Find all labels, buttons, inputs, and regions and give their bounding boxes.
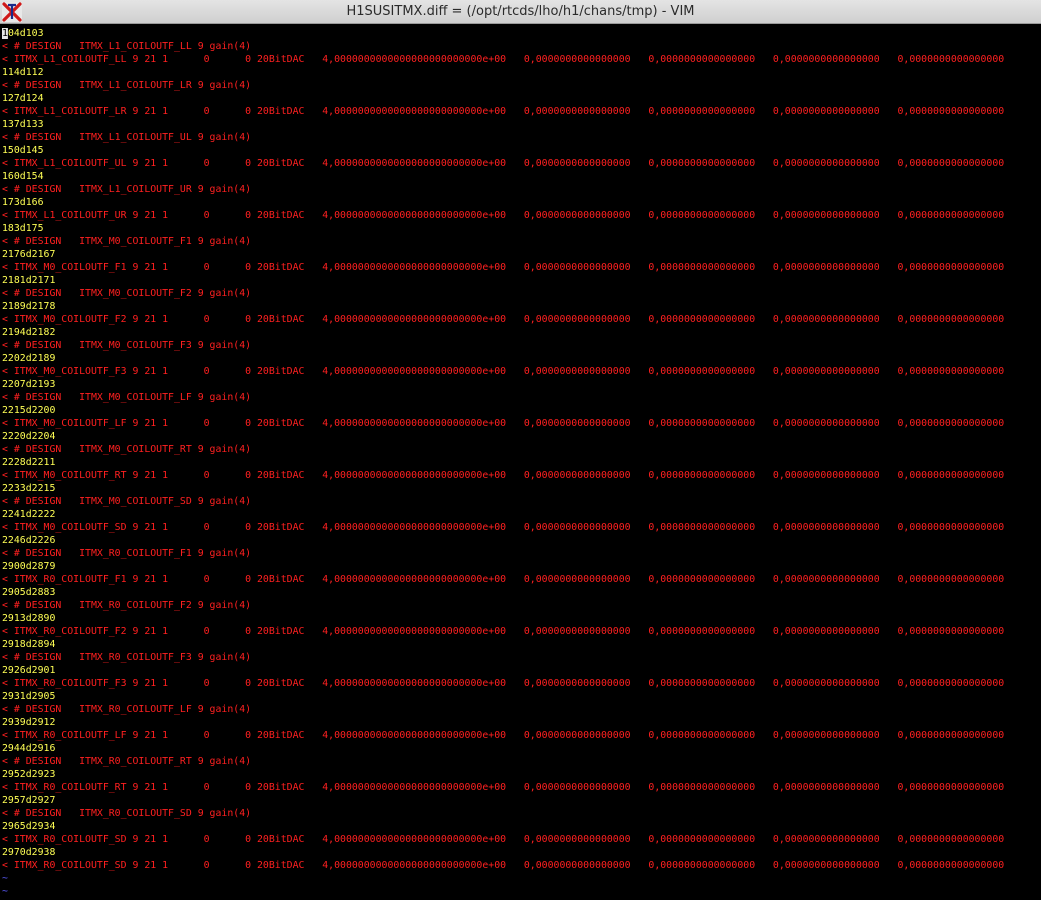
diff-hunk-header: 2202d2189 — [2, 353, 56, 364]
diff-hunk-header: 127d124 — [2, 93, 44, 104]
diff-deleted-line: < ITMX_R0_COILOUTF_RT 9 21 1 0 0 20BitDA… — [2, 782, 1005, 793]
diff-deleted-line: < # DESIGN ITMX_R0_COILOUTF_RT 9 gain(4) — [2, 756, 252, 767]
diff-hunk-header: 2900d2879 — [2, 561, 56, 572]
diff-hunk-header: 104d103 — [2, 27, 1023, 40]
diff-deleted-line: < ITMX_R0_COILOUTF_SD 9 21 1 0 0 20BitDA… — [2, 860, 1005, 871]
diff-deleted-line: < ITMX_M0_COILOUTF_F2 9 21 1 0 0 20BitDA… — [2, 314, 1005, 325]
diff-hunk-header: 2215d2200 — [2, 405, 56, 416]
diff-hunk-header: 2220d2204 — [2, 431, 56, 442]
diff-hunk-header: 173d166 — [2, 197, 44, 208]
diff-deleted-line: < ITMX_M0_COILOUTF_F1 9 21 1 0 0 20BitDA… — [2, 262, 1005, 273]
diff-deleted-line: < # DESIGN ITMX_R0_COILOUTF_SD 9 gain(4) — [2, 808, 252, 819]
diff-deleted-line: < # DESIGN ITMX_M0_COILOUTF_F2 9 gain(4) — [2, 288, 252, 299]
diff-deleted-line: < # DESIGN ITMX_M0_COILOUTF_LF 9 gain(4) — [2, 392, 252, 403]
diff-hunk-header: 137d133 — [2, 119, 44, 130]
diff-hunk-header: 2918d2894 — [2, 639, 56, 650]
diff-hunk-header: 2952d2923 — [2, 769, 56, 780]
diff-deleted-line: < ITMX_L1_COILOUTF_UR 9 21 1 0 0 20BitDA… — [2, 210, 1005, 221]
diff-deleted-line: < ITMX_L1_COILOUTF_LR 9 21 1 0 0 20BitDA… — [2, 106, 1005, 117]
title-bar[interactable]: H1SUSITMX.diff = (/opt/rtcds/lho/h1/chan… — [0, 0, 1041, 24]
diff-deleted-line: < ITMX_L1_COILOUTF_UL 9 21 1 0 0 20BitDA… — [2, 158, 1005, 169]
diff-deleted-line: < ITMX_R0_COILOUTF_LF 9 21 1 0 0 20BitDA… — [2, 730, 1005, 741]
diff-deleted-line: < # DESIGN ITMX_M0_COILOUTF_F3 9 gain(4) — [2, 340, 252, 351]
diff-deleted-line: < # DESIGN ITMX_R0_COILOUTF_F2 9 gain(4) — [2, 600, 252, 611]
empty-buffer-tilde: ~ — [2, 886, 8, 897]
diff-hunk-header: 2905d2883 — [2, 587, 56, 598]
diff-hunk-header: 183d175 — [2, 223, 44, 234]
empty-buffer-tilde: ~ — [2, 873, 8, 884]
vim-editor-buffer[interactable]: 104d103 < # DESIGN ITMX_L1_COILOUTF_LL 9 … — [2, 27, 1039, 898]
diff-hunk-header: 2965d2934 — [2, 821, 56, 832]
diff-hunk-header: 2939d2912 — [2, 717, 56, 728]
diff-hunk-header: 2233d2215 — [2, 483, 56, 494]
diff-deleted-line: < # DESIGN ITMX_R0_COILOUTF_F1 9 gain(4) — [2, 548, 252, 559]
diff-hunk-header: 2194d2182 — [2, 327, 56, 338]
diff-hunk-header: 2246d2226 — [2, 535, 56, 546]
window-title: H1SUSITMX.diff = (/opt/rtcds/lho/h1/chan… — [346, 4, 695, 19]
diff-hunk-header: 160d154 — [2, 171, 44, 182]
diff-deleted-line: < # DESIGN ITMX_L1_COILOUTF_LL 9 gain(4) — [2, 41, 252, 52]
diff-deleted-line: < ITMX_R0_COILOUTF_F3 9 21 1 0 0 20BitDA… — [2, 678, 1005, 689]
diff-hunk-header: 2970d2938 — [2, 847, 56, 858]
diff-hunk-header: 150d145 — [2, 145, 44, 156]
diff-deleted-line: < ITMX_M0_COILOUTF_F3 9 21 1 0 0 20BitDA… — [2, 366, 1005, 377]
diff-deleted-line: < # DESIGN ITMX_R0_COILOUTF_F3 9 gain(4) — [2, 652, 252, 663]
diff-deleted-line: < ITMX_M0_COILOUTF_RT 9 21 1 0 0 20BitDA… — [2, 470, 1005, 481]
diff-hunk-header: 2176d2167 — [2, 249, 56, 260]
diff-deleted-line: < ITMX_R0_COILOUTF_SD 9 21 1 0 0 20BitDA… — [2, 834, 1005, 845]
diff-hunk-header: 2189d2178 — [2, 301, 56, 312]
diff-hunk-header: 2957d2927 — [2, 795, 56, 806]
diff-deleted-line: < ITMX_L1_COILOUTF_LL 9 21 1 0 0 20BitDA… — [2, 54, 1005, 65]
diff-deleted-line: < ITMX_R0_COILOUTF_F2 9 21 1 0 0 20BitDA… — [2, 626, 1005, 637]
diff-deleted-line: < # DESIGN ITMX_L1_COILOUTF_UR 9 gain(4) — [2, 184, 252, 195]
diff-hunk-header: 2181d2171 — [2, 275, 56, 286]
diff-deleted-line: < # DESIGN ITMX_M0_COILOUTF_F1 9 gain(4) — [2, 236, 252, 247]
diff-deleted-line: < ITMX_R0_COILOUTF_F1 9 21 1 0 0 20BitDA… — [2, 574, 1005, 585]
diff-hunk-header: 2913d2890 — [2, 613, 56, 624]
diff-hunk-header: 2926d2901 — [2, 665, 56, 676]
diff-deleted-line: < ITMX_M0_COILOUTF_SD 9 21 1 0 0 20BitDA… — [2, 522, 1005, 533]
diff-deleted-line: < # DESIGN ITMX_L1_COILOUTF_UL 9 gain(4) — [2, 132, 252, 143]
diff-deleted-line: < ITMX_M0_COILOUTF_LF 9 21 1 0 0 20BitDA… — [2, 418, 1005, 429]
diff-deleted-line: < # DESIGN ITMX_M0_COILOUTF_SD 9 gain(4) — [2, 496, 252, 507]
diff-hunk-header: 2207d2193 — [2, 379, 56, 390]
diff-hunk-header: 2228d2211 — [2, 457, 56, 468]
line-text: 04d103 — [7, 28, 44, 39]
diff-hunk-header: 2241d2222 — [2, 509, 56, 520]
diff-hunk-header: 2944d2916 — [2, 743, 56, 754]
diff-deleted-line: < # DESIGN ITMX_M0_COILOUTF_RT 9 gain(4) — [2, 444, 252, 455]
diff-deleted-line: < # DESIGN ITMX_L1_COILOUTF_LR 9 gain(4) — [2, 80, 252, 91]
diff-hunk-header: 2931d2905 — [2, 691, 56, 702]
diff-hunk-header: 114d112 — [2, 67, 44, 78]
diff-deleted-line: < # DESIGN ITMX_R0_COILOUTF_LF 9 gain(4) — [2, 704, 252, 715]
